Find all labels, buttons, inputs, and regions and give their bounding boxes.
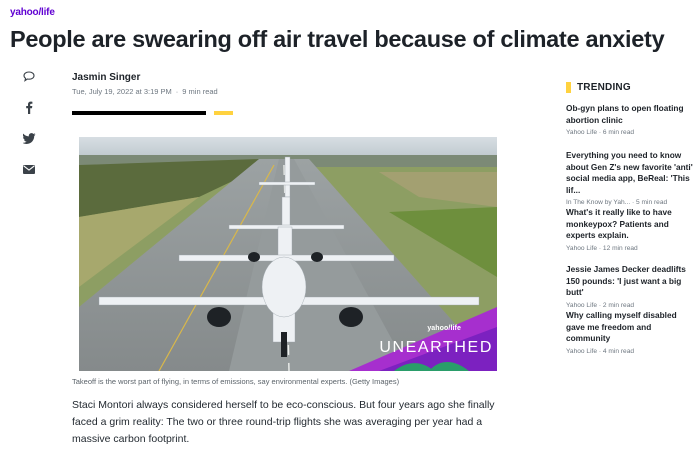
trending-item-title[interactable]: What's it really like to have monkeypox?…: [566, 207, 694, 242]
trending-item[interactable]: Ob-gyn plans to open floating abortion c…: [566, 103, 694, 136]
trending-item-title[interactable]: Ob-gyn plans to open floating abortion c…: [566, 103, 694, 126]
trending-item-source: Yahoo Life · 4 min read: [566, 347, 635, 355]
email-share-button[interactable]: [20, 160, 38, 178]
twitter-share-button[interactable]: [20, 129, 38, 147]
trending-title: TRENDING: [577, 82, 631, 93]
trending-item-title[interactable]: Jessie James Decker deadlifts 150 pounds…: [566, 264, 694, 299]
image-caption: Takeoff is the worst part of flying, in …: [72, 377, 400, 386]
publish-date: Tue, July 19, 2022 at 3:19 PM: [72, 87, 172, 96]
trending-item-source: In The Know by Yah... · 5 min read: [566, 199, 668, 206]
article-meta: Tue, July 19, 2022 at 3:19 PM · 9 min read: [72, 87, 218, 96]
trending-item[interactable]: Jessie James Decker deadlifts 150 pounds…: [566, 264, 694, 309]
image-badge-logo: yahoo/life: [427, 325, 461, 332]
author-name[interactable]: Jasmin Singer: [72, 72, 140, 83]
image-badge-title: UNEARTHED: [379, 339, 493, 356]
yahoo-life-logo[interactable]: yahoo/life: [10, 7, 55, 18]
twitter-icon: [22, 132, 35, 144]
email-icon: [23, 164, 35, 174]
trending-item[interactable]: What's it really like to have monkeypox?…: [566, 207, 694, 252]
hero-image: yahoo/life UNEARTHED: [79, 137, 497, 371]
byline-divider: [72, 111, 206, 115]
trending-header: TRENDING: [566, 82, 631, 93]
trending-item-source: Yahoo Life · 2 min read: [566, 301, 635, 309]
facebook-share-button[interactable]: [20, 98, 38, 116]
comment-icon: [23, 70, 35, 82]
byline-accent: [214, 111, 233, 115]
read-time: 9 min read: [182, 87, 218, 96]
trending-item[interactable]: Everything you need to know about Gen Z'…: [566, 150, 694, 206]
trending-item-source: Yahoo Life · 6 min read: [566, 129, 635, 136]
airport-runway-photo: [79, 137, 497, 371]
article-headline: People are swearing off air travel becau…: [10, 26, 665, 52]
trending-item-title[interactable]: Everything you need to know about Gen Z'…: [566, 150, 694, 196]
trending-item-source: Yahoo Life · 12 min read: [566, 244, 638, 252]
comment-button[interactable]: [20, 67, 38, 85]
meta-separator: ·: [175, 87, 179, 96]
trending-item-title[interactable]: Why calling myself disabled gave me free…: [566, 310, 694, 345]
article-body: Staci Montori always considered herself …: [72, 399, 495, 445]
trending-accent: [566, 82, 571, 93]
trending-item[interactable]: Why calling myself disabled gave me free…: [566, 310, 694, 355]
facebook-icon: [26, 101, 33, 114]
